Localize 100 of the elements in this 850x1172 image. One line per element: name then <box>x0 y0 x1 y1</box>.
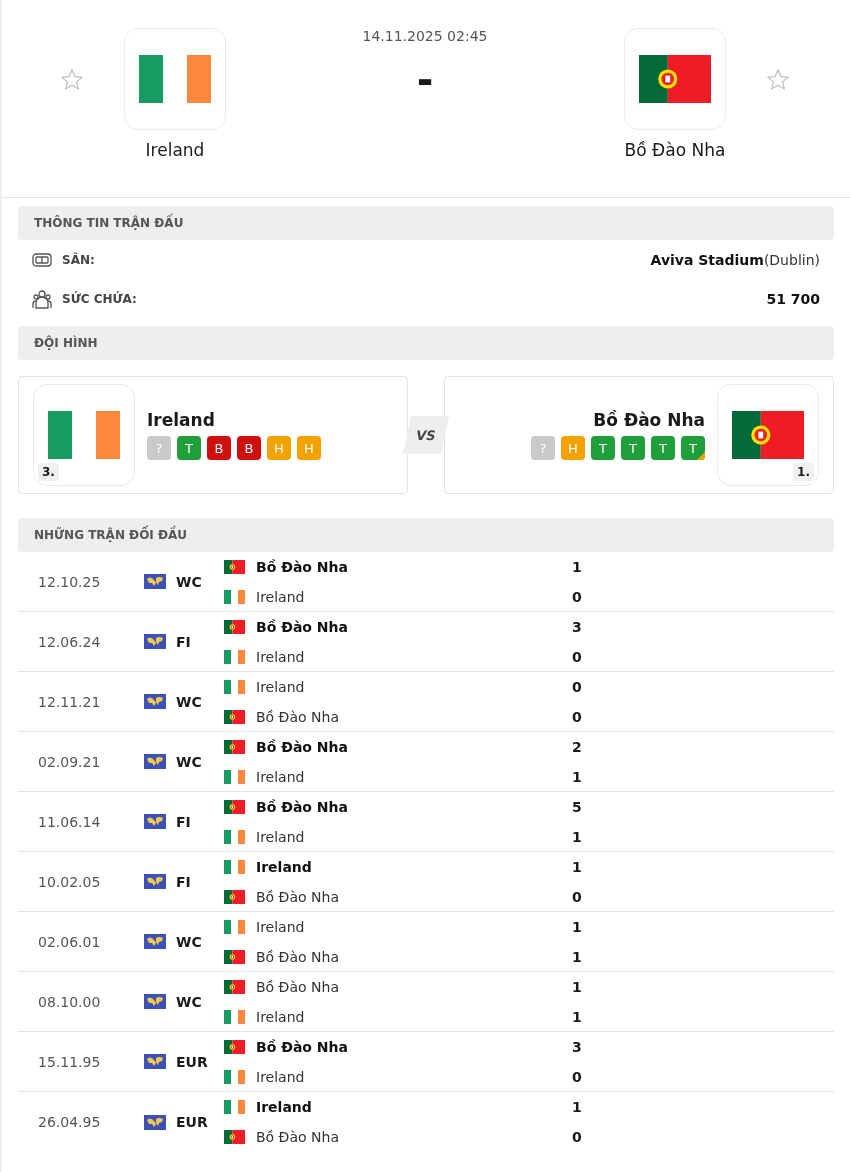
team-score: 0 <box>572 1068 582 1085</box>
team-name: Bồ Đào Nha <box>256 978 340 995</box>
match-date: 02.06.01 <box>37 933 102 950</box>
world-map-icon <box>144 994 166 1009</box>
world-map-icon <box>144 934 166 949</box>
team-score: 1 <box>572 858 582 875</box>
world-map-icon <box>144 574 166 589</box>
match-row[interactable]: 08.10.00 WC Bồ Đào Nha 1 Ireland 1 <box>18 972 834 1032</box>
vs-label: VS <box>402 416 450 454</box>
match-row[interactable]: 15.11.95 EUR Bồ Đào Nha 3 Ireland 0 <box>18 1032 834 1092</box>
stadium-icon <box>32 251 52 268</box>
match-date: 10.02.05 <box>37 873 102 890</box>
team-name: Ireland <box>256 768 306 785</box>
form-badge: T <box>177 436 201 460</box>
form-badge: ? <box>147 436 171 460</box>
competition-label: EUR <box>175 1114 209 1130</box>
team-score: 3 <box>572 618 582 635</box>
team-logo-card[interactable] <box>624 28 726 130</box>
team-score: 0 <box>572 588 582 605</box>
info-label: SÂN: <box>62 252 95 267</box>
match-date: 12.06.24 <box>37 633 102 650</box>
match-row[interactable]: 12.11.21 WC Ireland 0 Bồ Đào Nha 0 <box>18 672 834 732</box>
team-name: Bồ Đào Nha <box>256 618 349 635</box>
team-score: 3 <box>572 1038 582 1055</box>
team-score: 0 <box>572 888 582 905</box>
info-value: Aviva Stadium(Dublin) <box>650 251 820 268</box>
team-name: Ireland <box>256 648 306 665</box>
favorite-star-icon[interactable] <box>766 68 790 92</box>
match-row[interactable]: 12.06.24 FI Bồ Đào Nha 3 Ireland 0 <box>18 612 834 672</box>
section-header: NHỮNG TRẬN ĐỐI ĐẦU <box>18 518 834 552</box>
world-map-icon <box>144 1054 166 1069</box>
team-name: Ireland <box>256 828 306 845</box>
team-logo-card[interactable] <box>124 28 226 130</box>
team-score: 1 <box>572 828 582 845</box>
form-badge: ? <box>531 436 555 460</box>
form-badge: T <box>681 436 705 460</box>
team-name: Bồ Đào Nha <box>256 1038 349 1055</box>
form-badge: B <box>237 436 261 460</box>
team-name: Ireland <box>256 588 306 605</box>
competition-label: WC <box>175 573 203 590</box>
team-score: 1 <box>572 1008 582 1025</box>
competition-label: WC <box>175 993 203 1010</box>
form-badge: B <box>207 436 231 460</box>
team-score: 1 <box>572 1099 582 1115</box>
match-date: 11.06.14 <box>37 813 102 830</box>
match-date: 12.11.21 <box>37 693 102 710</box>
match-row[interactable]: 12.10.25 WC Bồ Đào Nha 1 Ireland 0 <box>18 552 834 612</box>
form-badge: T <box>591 436 615 460</box>
lineup-card[interactable]: 3. Ireland ? T B B H H <box>18 376 408 494</box>
match-row[interactable]: 11.06.14 FI Bồ Đào Nha 5 Ireland 1 <box>18 792 834 852</box>
match-date: 08.10.00 <box>37 993 102 1010</box>
competition-label: WC <box>175 753 203 770</box>
form-badge: H <box>267 436 291 460</box>
team-score: 1 <box>572 978 582 995</box>
team-score: 1 <box>572 768 582 785</box>
team-name: Bồ Đào Nha <box>256 558 349 575</box>
team-name: Ireland <box>147 410 216 430</box>
team-score: 5 <box>572 798 582 815</box>
competition-label: WC <box>175 693 203 710</box>
competition-label: FI <box>175 873 192 890</box>
team-name: Bồ Đào Nha <box>256 888 340 905</box>
form-badge: T <box>621 436 645 460</box>
match-row[interactable]: 02.09.21 WC Bồ Đào Nha 2 Ireland 1 <box>18 732 834 792</box>
match-date: 15.11.95 <box>37 1053 102 1070</box>
team-name: Bồ Đào Nha <box>256 798 349 815</box>
competition-label: FI <box>175 813 192 830</box>
competition-label: WC <box>175 933 203 950</box>
rank-badge: 1. <box>793 463 814 481</box>
team-name: Bồ Đào Nha <box>256 948 340 965</box>
team-score: 1 <box>572 948 582 965</box>
match-score: - <box>416 60 434 100</box>
form-badge: H <box>297 436 321 460</box>
team-score: 0 <box>572 1129 582 1145</box>
section-header: ĐỘI HÌNH <box>18 326 834 360</box>
favorite-star-icon[interactable] <box>60 68 84 92</box>
world-map-icon <box>144 814 166 829</box>
team-name: Bồ Đào Nha <box>256 708 340 725</box>
team-score: 0 <box>572 648 582 665</box>
world-map-icon <box>144 1114 166 1130</box>
team-score: 1 <box>572 918 582 935</box>
team-name: Ireland <box>256 678 306 695</box>
match-row[interactable]: 10.02.05 FI Ireland 1 Bồ Đào Nha 0 <box>18 852 834 912</box>
people-icon <box>32 288 52 309</box>
team-score: 2 <box>572 738 582 755</box>
team-name: Bồ Đào Nha <box>593 410 705 430</box>
team-score: 1 <box>572 558 582 575</box>
team-name[interactable]: Bồ Đào Nha <box>624 140 726 160</box>
match-row[interactable]: 26.04.95 EUR Ireland 1 Bồ Đào Nha 0 <box>18 1092 834 1152</box>
team-name: Ireland <box>256 858 313 875</box>
team-score: 0 <box>572 678 582 695</box>
lineup-card[interactable]: 1. Bồ Đào Nha ? H T T T T <box>444 376 834 494</box>
rank-badge: 3. <box>38 463 59 481</box>
team-name[interactable]: Ireland <box>145 140 205 160</box>
info-value: 51 700 <box>766 290 820 307</box>
form-badge: H <box>561 436 585 460</box>
competition-label: EUR <box>175 1053 209 1070</box>
match-row[interactable]: 02.06.01 WC Ireland 1 Bồ Đào Nha 1 <box>18 912 834 972</box>
team-name: Ireland <box>256 1008 306 1025</box>
match-date: 02.09.21 <box>37 753 102 770</box>
team-name: Ireland <box>256 1099 313 1115</box>
